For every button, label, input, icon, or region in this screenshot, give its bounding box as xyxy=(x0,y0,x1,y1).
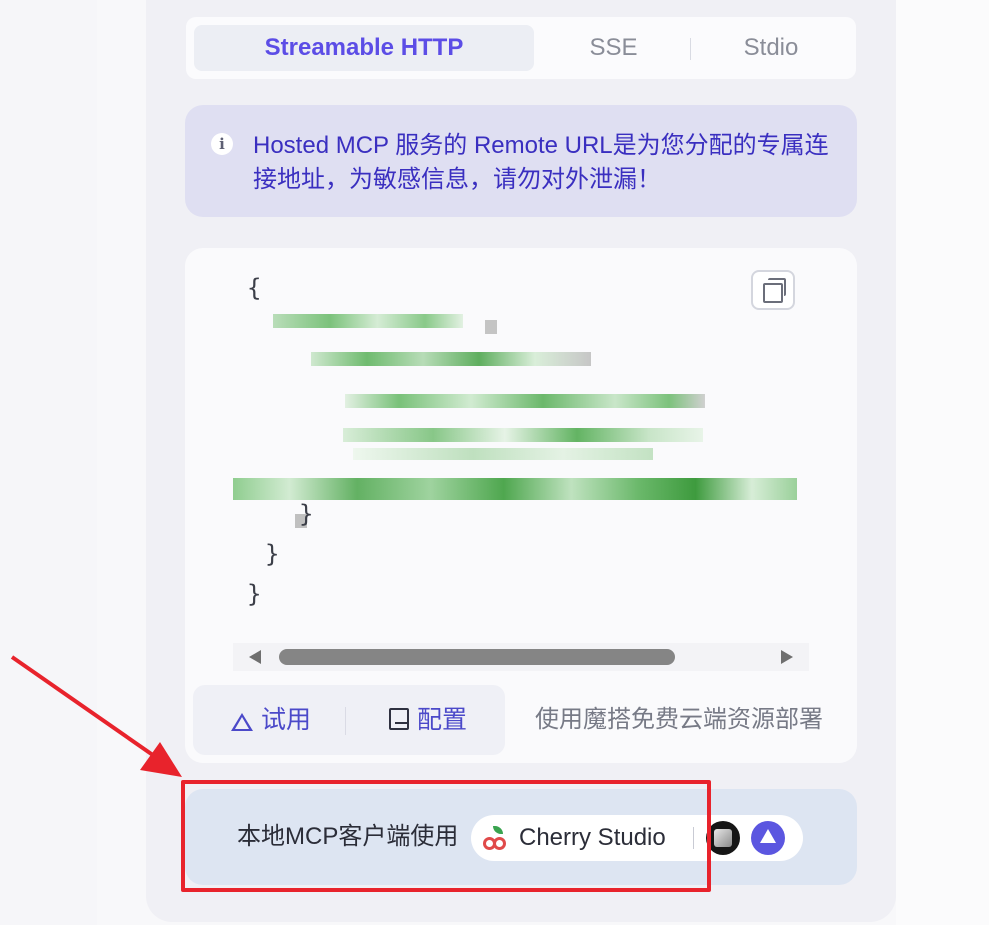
annotation-arrow-icon xyxy=(10,655,182,777)
